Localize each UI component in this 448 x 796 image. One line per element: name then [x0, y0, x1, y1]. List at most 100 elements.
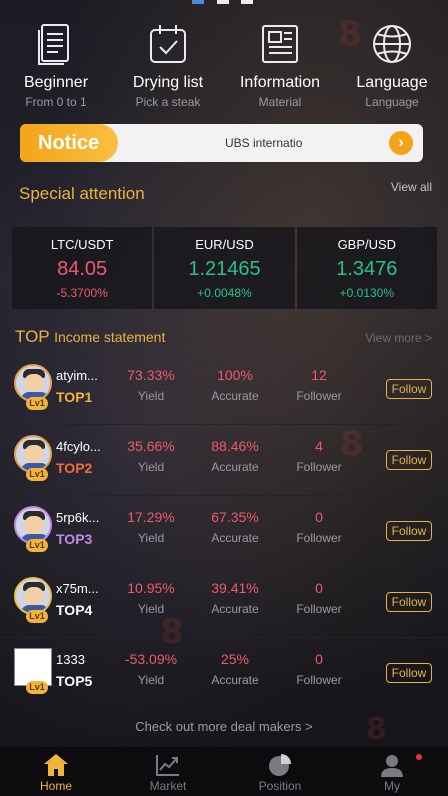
trader-rank: TOP4: [56, 602, 93, 618]
level-badge: Lv1: [26, 539, 48, 552]
notice-arrow-icon[interactable]: ›: [389, 131, 413, 155]
carousel-dot[interactable]: [241, 0, 253, 4]
follower-label: Follower: [296, 602, 342, 616]
ticker-change: -5.3700%: [56, 286, 108, 300]
special-attention-title: Special attention: [19, 184, 145, 203]
view-more-link[interactable]: View more >: [365, 331, 432, 345]
tab-home[interactable]: Home: [0, 747, 112, 796]
yield-stat: -53.09% Yield: [106, 651, 196, 687]
yield-label: Yield: [137, 531, 165, 545]
follower-label: Follower: [296, 531, 342, 545]
trader-row[interactable]: Lv1 x75m... TOP4 10.95% Yield 39.41% Acc…: [0, 567, 448, 638]
accurate-label: Accurate: [211, 389, 259, 403]
trader-rank: TOP1: [56, 389, 93, 405]
yield-stat: 10.95% Yield: [106, 580, 196, 616]
trader-name: 5rp6k...: [56, 510, 100, 525]
tab-label: Market: [149, 779, 187, 793]
tab-my[interactable]: My: [336, 747, 448, 796]
follower-label: Follower: [296, 460, 342, 474]
trader-list: Lv1 atyim... TOP1 73.33% Yield 100% Accu…: [0, 354, 448, 709]
quick-link-subtitle: Language: [365, 95, 419, 109]
ticker-price: 1.3476: [336, 258, 398, 280]
accurate-stat: 100% Accurate: [190, 367, 280, 403]
ticker-card[interactable]: GBP/USD 1.3476 +0.0130%: [296, 227, 437, 309]
yield-value: 17.29%: [127, 509, 175, 525]
notice-bar[interactable]: Notice UBS internatio ›: [20, 124, 423, 162]
ticker-pair: GBP/USD: [337, 237, 397, 252]
quick-link-information[interactable]: Information Material: [224, 20, 336, 110]
yield-value: 73.33%: [127, 367, 175, 383]
ticker-price: 84.05: [57, 258, 108, 280]
carousel-dot[interactable]: [217, 0, 229, 4]
follow-button[interactable]: Follow: [386, 379, 432, 399]
yield-label: Yield: [137, 389, 165, 403]
ticker-card[interactable]: EUR/USD 1.21465 +0.0048%: [154, 227, 295, 309]
yield-label: Yield: [137, 673, 165, 687]
level-badge: Lv1: [26, 468, 48, 481]
level-badge: Lv1: [26, 610, 48, 623]
accurate-label: Accurate: [211, 673, 259, 687]
trader-row[interactable]: Lv1 4fcylo... TOP2 35.66% Yield 88.46% A…: [0, 425, 448, 496]
newspaper-icon: [224, 20, 336, 68]
yield-stat: 73.33% Yield: [106, 367, 196, 403]
user-icon: [336, 751, 448, 777]
home-icon: [0, 751, 112, 777]
accurate-stat: 39.41% Accurate: [190, 580, 280, 616]
accurate-value: 67.35%: [211, 509, 259, 525]
trader-name: atyim...: [56, 368, 98, 383]
chart-icon: [112, 751, 224, 777]
trader-rank: TOP2: [56, 460, 93, 476]
yield-stat: 35.66% Yield: [106, 438, 196, 474]
quick-link-drying-list[interactable]: Drying list Pick a steak: [112, 20, 224, 110]
quick-links: Beginner From 0 to 1 Drying list Pick a …: [0, 20, 448, 110]
accurate-value: 100%: [217, 367, 253, 383]
tab-market[interactable]: Market: [112, 747, 224, 796]
income-top-label: TOP: [15, 327, 50, 346]
accurate-stat: 67.35% Accurate: [190, 509, 280, 545]
yield-label: Yield: [137, 602, 165, 616]
follow-button[interactable]: Follow: [386, 663, 432, 683]
income-statement-title: TOP Income statement: [15, 327, 165, 347]
view-all-link[interactable]: View all: [391, 180, 432, 194]
yield-label: Yield: [137, 460, 165, 474]
accurate-value: 88.46%: [211, 438, 259, 454]
document-icon: [0, 20, 112, 68]
yield-stat: 17.29% Yield: [106, 509, 196, 545]
accurate-value: 25%: [220, 651, 250, 667]
tab-position[interactable]: Position: [224, 747, 336, 796]
ticker-card[interactable]: LTC/USDT 84.05 -5.3700%: [12, 227, 153, 309]
quick-link-language[interactable]: Language Language: [336, 20, 448, 110]
accurate-value: 39.41%: [211, 580, 259, 596]
quick-link-title: Drying list: [132, 74, 204, 91]
notification-dot: [416, 754, 422, 760]
ticker-change: +0.0130%: [339, 286, 395, 300]
follower-value: 4: [315, 438, 323, 454]
ticker-change: +0.0048%: [197, 286, 252, 300]
carousel-dot[interactable]: [192, 0, 204, 4]
follower-label: Follower: [296, 673, 342, 687]
trader-row[interactable]: Lv1 atyim... TOP1 73.33% Yield 100% Accu…: [0, 354, 448, 425]
clipboard-check-icon: [112, 20, 224, 68]
yield-value: -53.09%: [124, 651, 178, 667]
trader-name: 1333: [56, 652, 85, 667]
more-deal-makers-link[interactable]: Check out more deal makers >: [0, 719, 448, 734]
tab-label: Position: [258, 779, 302, 793]
trader-rank: TOP3: [56, 531, 93, 547]
quick-link-title: Language: [356, 74, 428, 91]
yield-value: 10.95%: [127, 580, 175, 596]
tab-label: Home: [39, 779, 72, 793]
quick-link-subtitle: Pick a steak: [135, 95, 201, 109]
quick-link-beginner[interactable]: Beginner From 0 to 1: [0, 20, 112, 110]
follower-stat: 0 Follower: [274, 651, 364, 687]
follower-label: Follower: [296, 389, 342, 403]
follow-button[interactable]: Follow: [386, 521, 432, 541]
follow-button[interactable]: Follow: [386, 592, 432, 612]
pie-icon: [224, 751, 336, 777]
accurate-label: Accurate: [211, 460, 259, 474]
accurate-stat: 25% Accurate: [190, 651, 280, 687]
ticker-pair: LTC/USDT: [50, 237, 114, 252]
trader-row[interactable]: Lv1 5rp6k... TOP3 17.29% Yield 67.35% Ac…: [0, 496, 448, 567]
carousel-indicator: [0, 0, 448, 6]
trader-row[interactable]: Lv1 1333 TOP5 -53.09% Yield 25% Accurate…: [0, 638, 448, 709]
follow-button[interactable]: Follow: [386, 450, 432, 470]
